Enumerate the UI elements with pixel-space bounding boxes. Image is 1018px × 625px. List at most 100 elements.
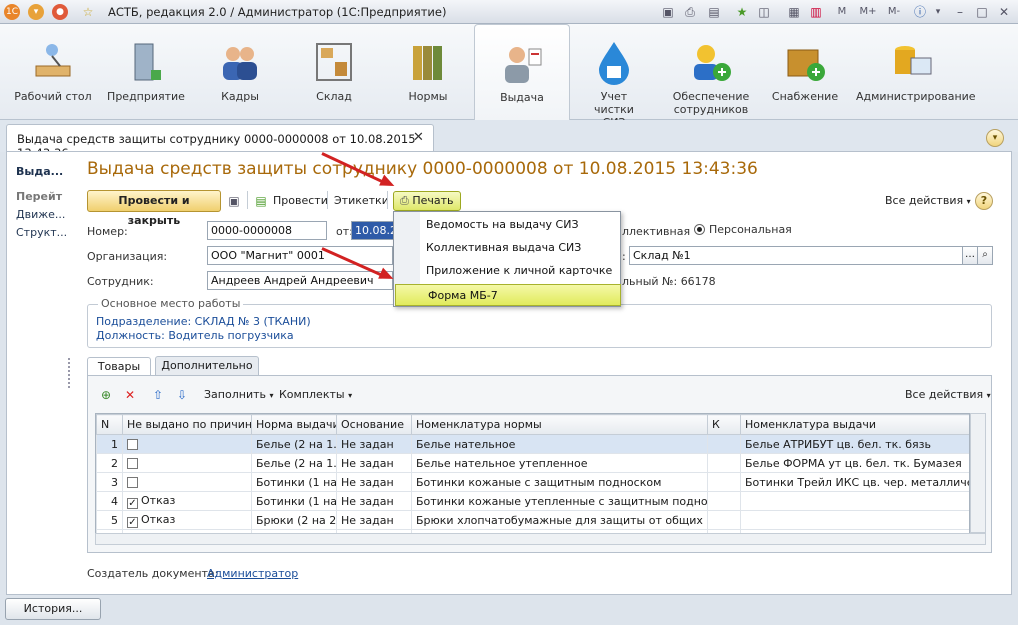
print-button[interactable]: ⎙ Печать ▾ xyxy=(393,191,461,224)
checkbox-checked-icon[interactable]: ✓ xyxy=(127,497,138,509)
reason-cell[interactable] xyxy=(122,453,252,473)
column-header[interactable]: Основание xyxy=(336,414,412,435)
kits-button[interactable]: Комплекты ▾ xyxy=(279,388,352,401)
column-header[interactable]: Номенклатура выдачи xyxy=(740,414,969,435)
reason-cell[interactable]: ✓ Отказ xyxy=(122,491,252,511)
search-icon[interactable]: ⌕ xyxy=(977,246,993,265)
section-warehouse[interactable]: Склад xyxy=(298,24,370,120)
move-up-icon[interactable]: ⇧ xyxy=(150,387,166,403)
checkbox-icon[interactable] xyxy=(127,438,138,450)
number-field[interactable]: 0000-0000008 xyxy=(207,221,327,240)
table-cell[interactable]: Не задан xyxy=(336,510,412,530)
table-row[interactable]: 3 Ботинки (1 на... Не задан Ботинки кожаные… xyxy=(96,472,969,492)
tab-additional[interactable]: Дополнительно xyxy=(155,356,259,376)
tabs-menu-icon[interactable]: ▾ xyxy=(986,129,1004,147)
minimize-icon[interactable]: – xyxy=(952,4,968,20)
table-cell[interactable]: Ботинки кожаные с защитным подноском xyxy=(411,472,708,492)
table-cell[interactable]: Не задан xyxy=(336,453,412,473)
table-cell[interactable] xyxy=(707,491,741,511)
column-header[interactable]: Не выдано по причине xyxy=(122,414,252,435)
table-cell[interactable]: Не задан xyxy=(336,434,412,454)
save-doc-icon[interactable]: ▣ xyxy=(226,193,242,209)
table-row[interactable]: 2 Белье (2 на 1... Не задан Белье нательное… xyxy=(96,453,969,473)
column-header[interactable]: N xyxy=(96,414,123,435)
date-field[interactable]: 10.08.2015 xyxy=(351,221,395,240)
table-cell[interactable]: 5 xyxy=(96,510,123,530)
nav-item-structure[interactable]: Структ... xyxy=(16,226,67,239)
section-norms[interactable]: Нормы xyxy=(392,24,464,120)
goods-table[interactable]: N Не выдано по причине Норма выдачи Осно… xyxy=(95,413,970,545)
checkbox-icon[interactable] xyxy=(127,457,138,469)
help-icon[interactable]: ? xyxy=(975,192,993,210)
horizontal-scrollbar[interactable] xyxy=(95,533,986,545)
reason-cell[interactable] xyxy=(122,434,252,454)
table-cell[interactable]: Белье ФОРМА ут цв. бел. тк. Бумазея xyxy=(740,453,969,473)
creator-link[interactable]: Администратор xyxy=(207,567,298,580)
labels-button[interactable]: Этикетки xyxy=(334,194,389,207)
maximize-icon[interactable]: □ xyxy=(974,4,990,20)
section-hr[interactable]: Кадры xyxy=(204,24,276,120)
favorite-star-icon[interactable]: ☆ xyxy=(80,4,96,20)
table-cell[interactable]: 3 xyxy=(96,472,123,492)
table-row[interactable]: 1 Белье (2 на 1... Не задан Белье нательное… xyxy=(96,434,969,454)
nav-item-movements[interactable]: Движе... xyxy=(16,208,65,221)
table-cell[interactable] xyxy=(740,510,969,530)
history-button[interactable]: История... xyxy=(5,598,101,620)
table-cell[interactable] xyxy=(740,491,969,511)
favorites-add-icon[interactable]: ★ xyxy=(734,4,750,20)
memory-plus-icon[interactable]: M+ xyxy=(858,4,878,20)
nav-main[interactable]: Выда... xyxy=(16,165,63,178)
menu-item-collective-issue[interactable]: Коллективная выдача СИЗ xyxy=(394,237,620,259)
table-row[interactable]: 4 ✓Отказ Ботинки (1 на... Не задан Ботинки к… xyxy=(96,491,969,511)
history-icon[interactable]: ◫ xyxy=(756,4,772,20)
menu-item-form-mb7[interactable]: Форма МБ-7 xyxy=(395,284,621,306)
delete-row-icon[interactable]: ✕ xyxy=(122,387,138,403)
table-cell[interactable]: Ботинки Трейл ИКС цв. чер. металлическ..… xyxy=(740,472,969,492)
table-cell[interactable]: Белье нательное утепленное xyxy=(411,453,708,473)
reason-cell[interactable] xyxy=(122,472,252,492)
all-actions-button[interactable]: Все действия ▾ xyxy=(885,194,971,207)
post-and-close-button[interactable]: Провести и закрыть xyxy=(87,190,221,227)
select-button[interactable]: … xyxy=(962,246,978,265)
table-cell[interactable]: Не задан xyxy=(336,472,412,492)
checkbox-icon[interactable] xyxy=(127,476,138,488)
table-cell[interactable]: Белье нательное xyxy=(411,434,708,454)
table-cell[interactable]: Ботинки (1 на... xyxy=(251,491,337,511)
section-employees[interactable]: Обеспечение сотрудников xyxy=(668,24,754,120)
section-desktop[interactable]: Рабочий стол xyxy=(14,24,92,120)
table-cell[interactable]: 4 xyxy=(96,491,123,511)
menu-item-personal-card-appendix[interactable]: Приложение к личной карточке xyxy=(394,260,620,282)
post-icon[interactable]: ▤ xyxy=(253,193,269,209)
save-icon[interactable]: ▣ xyxy=(660,4,676,20)
column-header[interactable]: Номенклатура нормы xyxy=(411,414,708,435)
calculator-icon[interactable]: ▦ xyxy=(786,4,802,20)
section-issue[interactable]: Выдача xyxy=(474,24,570,120)
memory-minus-icon[interactable]: M- xyxy=(884,4,904,20)
preview-icon[interactable]: ▤ xyxy=(706,4,722,20)
warehouse-field[interactable]: Склад №1 xyxy=(629,246,963,265)
fill-button[interactable]: Заполнить ▾ xyxy=(204,388,274,401)
section-cleaning[interactable]: Учет чистки СИЗ xyxy=(574,24,654,129)
info-icon[interactable]: ⓘ xyxy=(912,4,928,20)
calendar-icon[interactable]: ▥ xyxy=(808,4,824,20)
table-cell[interactable] xyxy=(707,434,741,454)
reason-cell[interactable]: ✓ Отказ xyxy=(122,510,252,530)
table-cell[interactable]: 1 xyxy=(96,434,123,454)
personal-option[interactable]: Персональная xyxy=(694,223,792,236)
table-cell[interactable]: Ботинки кожаные утепленные с защитным по… xyxy=(411,491,708,511)
memory-m-icon[interactable]: M xyxy=(834,4,850,20)
section-enterprise[interactable]: Предприятие xyxy=(104,24,188,120)
menu-item-issue-statement[interactable]: Ведомость на выдачу СИЗ xyxy=(394,214,620,236)
column-header[interactable]: Норма выдачи xyxy=(251,414,337,435)
table-cell[interactable]: Белье (2 на 1... xyxy=(251,434,337,454)
section-supply[interactable]: Снабжение xyxy=(768,24,842,120)
column-header[interactable]: К xyxy=(707,414,741,435)
table-cell[interactable]: Брюки (2 на 2... xyxy=(251,510,337,530)
table-cell[interactable]: Ботинки (1 на... xyxy=(251,472,337,492)
table-row[interactable]: 5 ✓Отказ Брюки (2 на 2... Не задан Брюки хло… xyxy=(96,510,969,530)
table-all-actions-button[interactable]: Все действия ▾ xyxy=(905,388,991,401)
print-icon[interactable]: ⎙ xyxy=(682,4,698,20)
table-cell[interactable] xyxy=(707,510,741,530)
organization-field[interactable]: ООО "Магнит" 0001 xyxy=(207,246,393,265)
move-down-icon[interactable]: ⇩ xyxy=(174,387,190,403)
